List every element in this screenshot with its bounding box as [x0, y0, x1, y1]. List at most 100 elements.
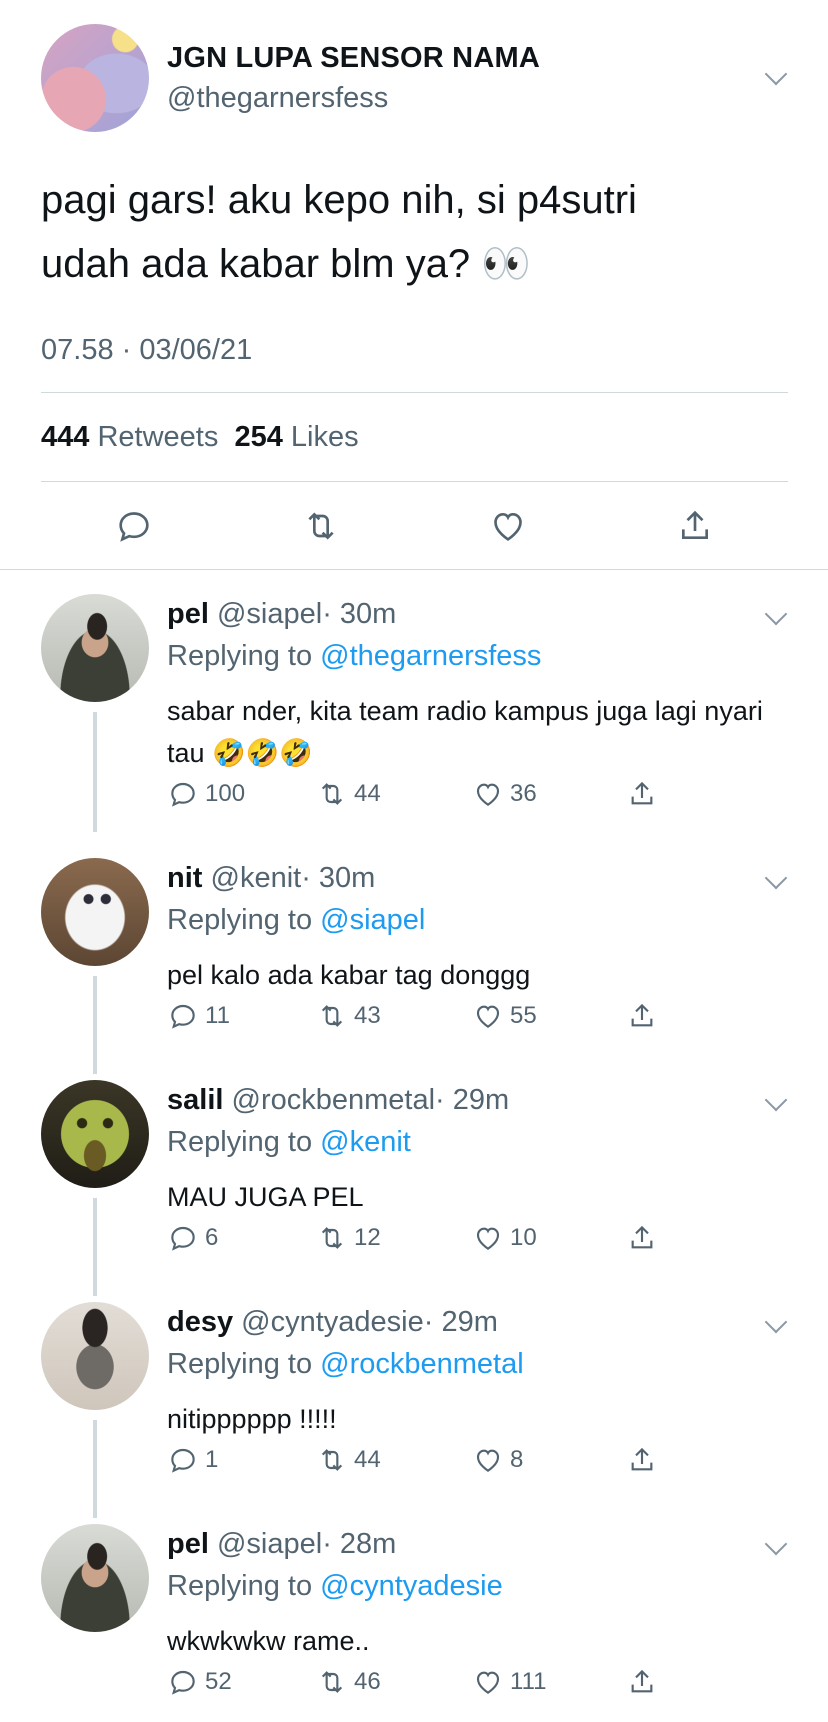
- reply-action[interactable]: 1: [167, 1444, 218, 1476]
- mention-link[interactable]: @kenit: [320, 1126, 411, 1158]
- retweet-action[interactable]: 43: [316, 1000, 381, 1032]
- replying-to: Replying to @rockbenmetal: [167, 1348, 524, 1381]
- reply-icon[interactable]: [114, 506, 154, 546]
- avatar[interactable]: [41, 858, 149, 966]
- like-action[interactable]: 10: [472, 1222, 537, 1254]
- reply-actions: 100 44 36: [0, 778, 828, 814]
- reply-action[interactable]: 6: [167, 1222, 218, 1254]
- share-icon[interactable]: [675, 506, 715, 546]
- retweet-action[interactable]: 12: [316, 1222, 381, 1254]
- reply-time: · 29m: [435, 1084, 510, 1116]
- display-name[interactable]: pel: [167, 598, 209, 630]
- display-name[interactable]: JGN LUPA SENSOR NAMA: [167, 42, 540, 75]
- tweet-timestamp[interactable]: 07.58 · 03/06/21: [41, 334, 252, 367]
- reply-icon: [171, 782, 195, 807]
- chevron-down-icon[interactable]: [764, 866, 788, 890]
- avatar[interactable]: [41, 1524, 149, 1632]
- retweet-count: 12: [354, 1224, 381, 1251]
- share-icon: [631, 781, 653, 805]
- chevron-down-icon[interactable]: [764, 62, 788, 86]
- like-action[interactable]: 55: [472, 1000, 537, 1032]
- reply-icon: [171, 1670, 195, 1695]
- display-name[interactable]: nit: [167, 862, 202, 894]
- reply-icon: [171, 1448, 195, 1473]
- chevron-down-icon[interactable]: [764, 1310, 788, 1334]
- display-name[interactable]: desy: [167, 1306, 233, 1338]
- share-icon: [631, 1225, 653, 1249]
- reply-count: 1: [205, 1446, 219, 1473]
- chevron-down-icon[interactable]: [764, 1532, 788, 1556]
- like-icon: [476, 1005, 500, 1028]
- main-tweet: JGN LUPA SENSOR NAMA @thegarnersfess pag…: [0, 0, 828, 570]
- reply-tweet[interactable]: pel @siapel· 28m Replying to @cyntyadesi…: [0, 1524, 828, 1714]
- mention-link[interactable]: @cyntyadesie: [320, 1570, 503, 1602]
- reply-action[interactable]: 52: [167, 1666, 232, 1698]
- mention-link[interactable]: @thegarnersfess: [320, 640, 541, 672]
- chevron-down-icon[interactable]: [764, 1088, 788, 1112]
- user-handle[interactable]: @thegarnersfess: [167, 82, 388, 115]
- reply-tweet[interactable]: pel @siapel· 30m Replying to @thegarners…: [0, 594, 828, 832]
- retweet-count: 43: [354, 1002, 381, 1029]
- like-count: 36: [510, 780, 537, 807]
- replying-to: Replying to @kenit: [167, 1126, 411, 1159]
- replying-label: Replying to: [167, 1348, 313, 1380]
- divider: [41, 392, 788, 393]
- reply-actions: 52 46 111: [0, 1666, 828, 1702]
- like-icon[interactable]: [488, 506, 528, 546]
- reply-action[interactable]: 11: [167, 1000, 230, 1032]
- reply-action[interactable]: 100: [167, 778, 245, 810]
- reply-count: 100: [205, 780, 246, 807]
- user-handle[interactable]: @cyntyadesie: [241, 1306, 424, 1338]
- user-handle[interactable]: @rockbenmetal: [232, 1084, 436, 1116]
- user-handle[interactable]: @kenit: [211, 862, 302, 894]
- retweet-icon[interactable]: [301, 506, 341, 546]
- reply-text: nitipppppp !!!!!: [167, 1404, 337, 1434]
- avatar[interactable]: [41, 1080, 149, 1188]
- likes-label: Likes: [290, 421, 359, 453]
- retweet-action[interactable]: 46: [316, 1666, 381, 1698]
- retweet-icon: [321, 1449, 343, 1471]
- share-action[interactable]: [626, 1222, 664, 1254]
- tweet-stats: 444 Retweets 254 Likes: [41, 421, 359, 454]
- like-action[interactable]: 111: [472, 1666, 546, 1698]
- avatar[interactable]: [41, 1302, 149, 1410]
- replying-label: Replying to: [167, 904, 313, 936]
- share-action[interactable]: [626, 1444, 664, 1476]
- retweets-stat[interactable]: 444 Retweets: [41, 421, 218, 453]
- divider: [0, 569, 828, 570]
- tweet-text-line: udah ada kabar blm ya? 👀: [41, 242, 532, 286]
- reply-header: pel @siapel· 28m: [167, 1528, 396, 1561]
- reply-text: wkwkwkw rame..: [167, 1626, 370, 1656]
- likes-count: 254: [234, 421, 283, 453]
- likes-stat[interactable]: 254 Likes: [234, 421, 358, 453]
- mention-link[interactable]: @siapel: [320, 904, 425, 936]
- share-action[interactable]: [626, 1666, 664, 1698]
- reply-icon: [171, 1004, 195, 1029]
- retweet-action[interactable]: 44: [316, 778, 381, 810]
- display-name[interactable]: pel: [167, 1528, 209, 1560]
- chevron-down-icon[interactable]: [764, 602, 788, 626]
- retweet-count: 46: [354, 1668, 381, 1695]
- avatar[interactable]: [41, 24, 149, 132]
- user-handle[interactable]: @siapel: [217, 598, 322, 630]
- reply-tweet[interactable]: nit @kenit· 30m Replying to @siapel pel …: [0, 858, 828, 1074]
- user-handle[interactable]: @siapel: [217, 1528, 322, 1560]
- reply-time: · 29m: [423, 1306, 498, 1338]
- retweet-action[interactable]: 44: [316, 1444, 381, 1476]
- reply-header: pel @siapel· 30m: [167, 598, 396, 631]
- like-icon: [476, 1671, 500, 1694]
- replying-label: Replying to: [167, 1570, 313, 1602]
- avatar[interactable]: [41, 594, 149, 702]
- share-action[interactable]: [626, 778, 664, 810]
- reply-tweet[interactable]: salil @rockbenmetal· 29m Replying to @ke…: [0, 1080, 828, 1296]
- like-action[interactable]: 36: [472, 778, 537, 810]
- display-name[interactable]: salil: [167, 1084, 223, 1116]
- reply-count: 6: [205, 1224, 219, 1251]
- reply-time: · 30m: [301, 862, 376, 894]
- reply-tweet[interactable]: desy @cyntyadesie· 29m Replying to @rock…: [0, 1302, 828, 1518]
- mention-link[interactable]: @rockbenmetal: [320, 1348, 524, 1380]
- share-action[interactable]: [626, 1000, 664, 1032]
- like-action[interactable]: 8: [472, 1444, 523, 1476]
- divider: [41, 481, 788, 482]
- retweet-icon: [321, 1005, 343, 1027]
